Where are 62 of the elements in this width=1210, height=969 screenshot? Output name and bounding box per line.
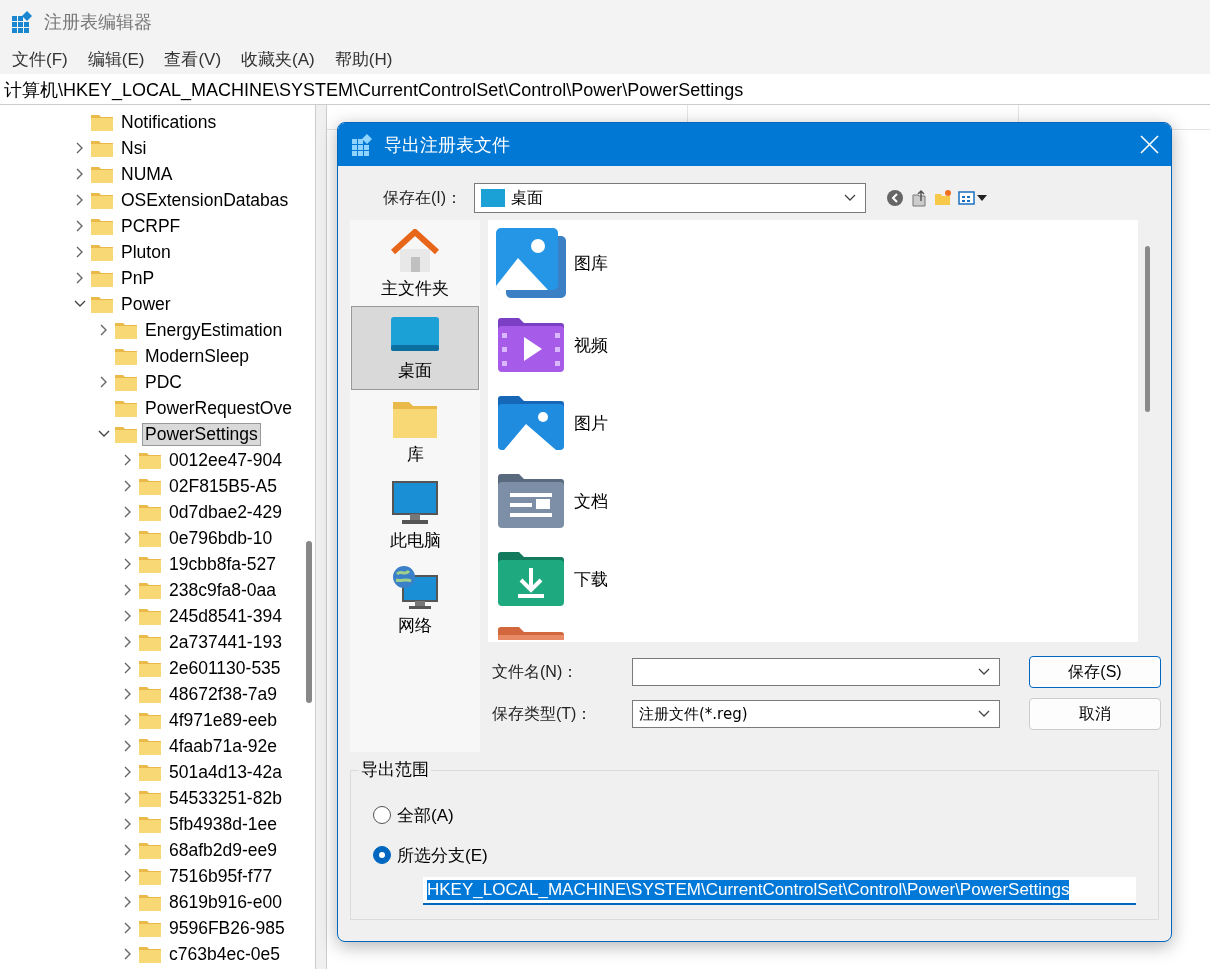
tree-item[interactable]: 68afb2d9-ee9 <box>166 838 281 862</box>
file-name-label: 文件名(N)： <box>491 661 580 682</box>
tree-item[interactable]: PDC <box>142 370 185 394</box>
radio-label[interactable]: 所选分支(E) <box>397 843 488 867</box>
dialog-title: 导出注册表文件 <box>384 133 511 157</box>
tree-item[interactable]: 5fb4938d-1ee <box>166 812 281 836</box>
tree-item[interactable]: Pluton <box>118 240 174 264</box>
menu-item[interactable]: 编辑(E) <box>79 47 153 71</box>
place-item[interactable]: 桌面 <box>351 306 479 390</box>
tree-item[interactable]: Nsi <box>118 136 150 160</box>
tree-item[interactable]: Notifications <box>118 110 220 134</box>
tree-item[interactable]: 7516b95f-f77 <box>166 864 276 888</box>
file-item[interactable]: 图库 <box>574 251 608 275</box>
tree-item[interactable]: 2a737441-193 <box>166 630 285 654</box>
tree-item[interactable]: 0012ee47-904 <box>166 448 285 472</box>
tree-item[interactable]: 4f971e89-eeb <box>166 708 281 732</box>
menu-item[interactable]: 文件(F) <box>4 47 76 71</box>
place-item[interactable]: 主文件夹 <box>351 222 479 306</box>
tree-item[interactable]: 48672f38-7a9 <box>166 682 281 706</box>
file-type-dropdown[interactable]: 注册文件(*.reg) <box>632 700 1000 728</box>
tree-item[interactable]: 19cbb8fa-527 <box>166 552 280 576</box>
tree-item[interactable]: 54533251-82b <box>166 786 285 810</box>
tree-item[interactable]: 238c9fa8-0aa <box>166 578 280 602</box>
tree-item[interactable]: c763b4ec-0e5 <box>166 942 283 966</box>
branch-field[interactable]: HKEY_LOCAL_MACHINE\SYSTEM\CurrentControlSet\Control\Power\PowerSettings <box>423 877 1136 905</box>
menu-item[interactable]: 收藏夹(A) <box>233 47 323 71</box>
tree-item[interactable]: PowerRequestOve <box>142 396 295 420</box>
tree-item[interactable]: 0e796bdb-10 <box>166 526 276 550</box>
tree-item[interactable]: 501a4d13-42a <box>166 760 285 784</box>
tree-item[interactable]: PnP <box>118 266 158 290</box>
tree-item[interactable]: 9596FB26-985 <box>166 916 288 940</box>
tree-item[interactable]: 4faab71a-92e <box>166 734 281 758</box>
tree-item[interactable]: 8619b916-e00 <box>166 890 285 914</box>
file-item[interactable]: 文档 <box>574 489 608 513</box>
tree-item[interactable]: ModernSleep <box>142 344 253 368</box>
file-type-label: 保存类型(T)： <box>491 703 594 724</box>
file-item[interactable]: 视频 <box>574 333 608 357</box>
file-item[interactable]: 下载 <box>574 567 608 591</box>
window-title: 注册表编辑器 <box>44 11 152 34</box>
address-bar[interactable]: 计算机\HKEY_LOCAL_MACHINE\SYSTEM\CurrentControlSet\Control\Power\PowerSettings <box>0 76 1210 105</box>
cancel-button[interactable]: 取消 <box>1029 698 1161 730</box>
menu-item[interactable]: 查看(V) <box>156 47 230 71</box>
save-in-label: 保存在(I)： <box>381 187 463 208</box>
tree-item[interactable]: PowerSettings <box>142 422 261 446</box>
tree-item[interactable]: 245d8541-394 <box>166 604 285 628</box>
tree-item[interactable]: PCRPF <box>118 214 184 238</box>
tree-item[interactable]: NUMA <box>118 162 176 186</box>
place-item[interactable]: 网络 <box>351 558 479 642</box>
tree-item[interactable]: 02F815B5-A5 <box>166 474 280 498</box>
menu-item[interactable]: 帮助(H) <box>326 47 401 71</box>
save-button[interactable]: 保存(S) <box>1029 656 1161 688</box>
tree-item[interactable]: OSExtensionDatabas <box>118 188 292 212</box>
place-item[interactable]: 库 <box>351 390 479 474</box>
tree-item[interactable]: 2e601130-535 <box>166 656 284 680</box>
tree-item[interactable]: Power <box>118 292 174 316</box>
radio-label[interactable]: 全部(A) <box>397 803 454 827</box>
tree-item[interactable]: 0d7dbae2-429 <box>166 500 285 524</box>
group-title: 导出范围 <box>359 758 431 781</box>
tree-item[interactable]: EnergyEstimation <box>142 318 286 342</box>
file-item[interactable]: 图片 <box>574 411 608 435</box>
place-item[interactable]: 此电脑 <box>351 474 479 558</box>
save-in-dropdown[interactable]: 桌面 <box>474 183 866 213</box>
